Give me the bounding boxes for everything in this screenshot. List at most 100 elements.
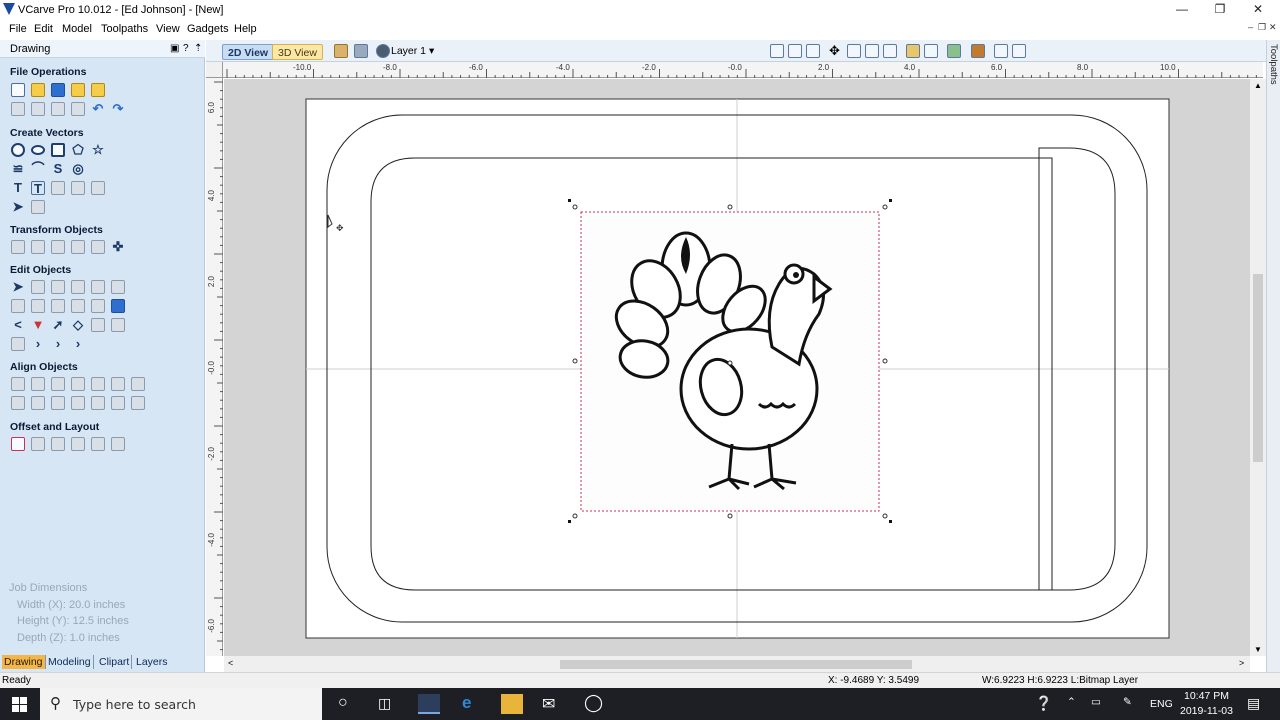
taskbar-search-box[interactable]: ⚲ Type here to search — [40, 688, 322, 720]
ellipse-icon[interactable] — [31, 145, 45, 155]
polyline-icon[interactable]: ≌ — [11, 162, 25, 176]
grid-icon[interactable] — [806, 44, 820, 58]
material-icon[interactable] — [971, 44, 985, 58]
panel-help-icon[interactable]: ? — [183, 43, 189, 54]
menu-view[interactable]: View — [156, 23, 180, 35]
intersect-icon[interactable] — [51, 299, 65, 313]
fillet-icon[interactable]: < — [11, 318, 25, 332]
offset-vectors-icon[interactable] — [11, 337, 25, 351]
new-file-icon[interactable] — [11, 83, 25, 97]
distort-icon[interactable] — [91, 240, 105, 254]
split-horizontal-icon[interactable] — [994, 44, 1008, 58]
align-top-edge-icon[interactable] — [111, 396, 125, 410]
vcarve-taskbar-icon[interactable] — [418, 694, 440, 714]
show-toolpaths-icon[interactable] — [947, 44, 961, 58]
menu-file[interactable]: File — [9, 23, 27, 35]
select-all-icon[interactable] — [11, 102, 25, 116]
battery-icon[interactable]: ▭ — [1091, 696, 1101, 708]
obs-icon[interactable]: ◯ — [584, 693, 603, 713]
paste-icon[interactable] — [71, 102, 85, 116]
align-bottom-edge-icon[interactable] — [131, 396, 145, 410]
circular-array-icon[interactable] — [51, 437, 65, 451]
mail-icon[interactable]: ✉ — [542, 694, 555, 714]
zoom-out-icon[interactable] — [865, 44, 879, 58]
panel-pin-icon[interactable]: ⇡ — [194, 43, 202, 54]
rotate-icon[interactable] — [51, 240, 65, 254]
layer-dropdown-icon[interactable] — [376, 44, 390, 58]
array-copy-icon[interactable] — [31, 437, 45, 451]
import-bitmap-icon[interactable] — [91, 83, 105, 97]
scroll-right-icon[interactable]: > — [1239, 658, 1244, 668]
toolpaths-side-tab[interactable]: Toolpaths — [1266, 40, 1280, 672]
clock-date[interactable]: 2019-11-03 — [1180, 705, 1233, 717]
menu-gadgets[interactable]: Gadgets — [187, 23, 229, 35]
center-vertical-icon[interactable] — [51, 396, 65, 410]
extend-icon[interactable]: ➚ — [51, 318, 65, 332]
nest-parts-icon[interactable] — [111, 437, 125, 451]
space-vertical-icon[interactable] — [91, 396, 105, 410]
menu-model[interactable]: Model — [62, 23, 92, 35]
zoom-in-icon[interactable] — [847, 44, 861, 58]
create-boundary-icon[interactable] — [111, 318, 125, 332]
copy-along-vector-icon[interactable] — [71, 437, 85, 451]
zoom-extents-icon[interactable] — [770, 44, 784, 58]
node-edit-icon[interactable] — [31, 280, 45, 294]
dogbone-icon[interactable]: › — [31, 337, 45, 351]
save-icon[interactable] — [51, 83, 65, 97]
drawing-canvas[interactable]: ✥ — [224, 79, 1250, 656]
snap-icon[interactable] — [906, 44, 920, 58]
offset-icon[interactable] — [11, 437, 25, 451]
3d-view-tab[interactable]: 3D View — [272, 44, 323, 60]
minimize-button[interactable]: — — [1168, 2, 1196, 18]
layer-visibility-icon[interactable] — [354, 44, 368, 58]
align-bottom-icon[interactable] — [131, 377, 145, 391]
show-hidden-icons-icon[interactable]: ⌃ — [1067, 696, 1076, 708]
chamfer-icon[interactable]: ▼ — [31, 318, 45, 332]
edge-browser-icon[interactable]: e — [462, 693, 471, 713]
curve-icon[interactable]: S — [51, 162, 65, 176]
redo-icon[interactable]: ↷ — [111, 102, 125, 116]
mdi-restore-icon[interactable]: ❐ — [1258, 22, 1266, 33]
align-left-icon[interactable] — [71, 377, 85, 391]
select-icon[interactable]: ➤ — [11, 280, 25, 294]
cut-icon[interactable] — [31, 102, 45, 116]
scroll-down-icon[interactable]: ▼ — [1254, 645, 1262, 654]
zoom-selected-icon[interactable] — [883, 44, 897, 58]
weld-icon[interactable] — [11, 299, 25, 313]
menu-toolpaths[interactable]: Toolpaths — [101, 23, 148, 35]
center-in-material-icon[interactable] — [11, 396, 25, 410]
interactive-select-icon[interactable] — [51, 280, 65, 294]
ungroup-icon[interactable] — [91, 280, 105, 294]
align-top-icon[interactable] — [111, 377, 125, 391]
help-tray-icon[interactable]: ❔ — [1035, 695, 1052, 712]
cortana-icon[interactable]: ○ — [338, 694, 348, 712]
2d-view-tab[interactable]: 2D View — [222, 44, 275, 60]
tab-drawing[interactable]: Drawing — [2, 655, 46, 669]
zoom-material-icon[interactable] — [788, 44, 802, 58]
maximize-button[interactable]: ❐ — [1206, 2, 1234, 18]
pan-icon[interactable]: ✥ — [829, 44, 843, 58]
pen-icon[interactable]: ✎ — [1123, 696, 1132, 708]
notifications-icon[interactable]: ▤ — [1247, 695, 1260, 712]
menu-help[interactable]: Help — [234, 23, 257, 35]
scroll-left-icon[interactable]: < — [228, 658, 233, 668]
windows-start-icon[interactable] — [12, 697, 27, 712]
tee-icon[interactable]: › — [51, 337, 65, 351]
fillet-corner-icon[interactable]: › — [71, 337, 85, 351]
split-vertical-icon[interactable] — [1012, 44, 1026, 58]
vertical-scrollbar[interactable]: ▲ ▼ — [1250, 79, 1266, 656]
import-vectors-icon[interactable] — [71, 83, 85, 97]
trace-bitmap-icon[interactable]: ➤ — [11, 200, 25, 214]
text-icon[interactable]: T — [11, 181, 25, 195]
horizontal-scrollbar[interactable]: < > — [224, 656, 1250, 672]
move-icon[interactable] — [11, 240, 25, 254]
auto-layout-text-icon[interactable] — [51, 181, 65, 195]
curve-fit-icon[interactable] — [91, 318, 105, 332]
scissors-icon[interactable] — [91, 299, 105, 313]
mdi-close-icon[interactable]: ✕ — [1269, 22, 1277, 33]
mirror-icon[interactable] — [71, 240, 85, 254]
center-horizontal-icon[interactable] — [31, 396, 45, 410]
nesting-icon[interactable] — [91, 437, 105, 451]
align-center-icon[interactable] — [11, 377, 25, 391]
align-center-y-icon[interactable] — [51, 377, 65, 391]
